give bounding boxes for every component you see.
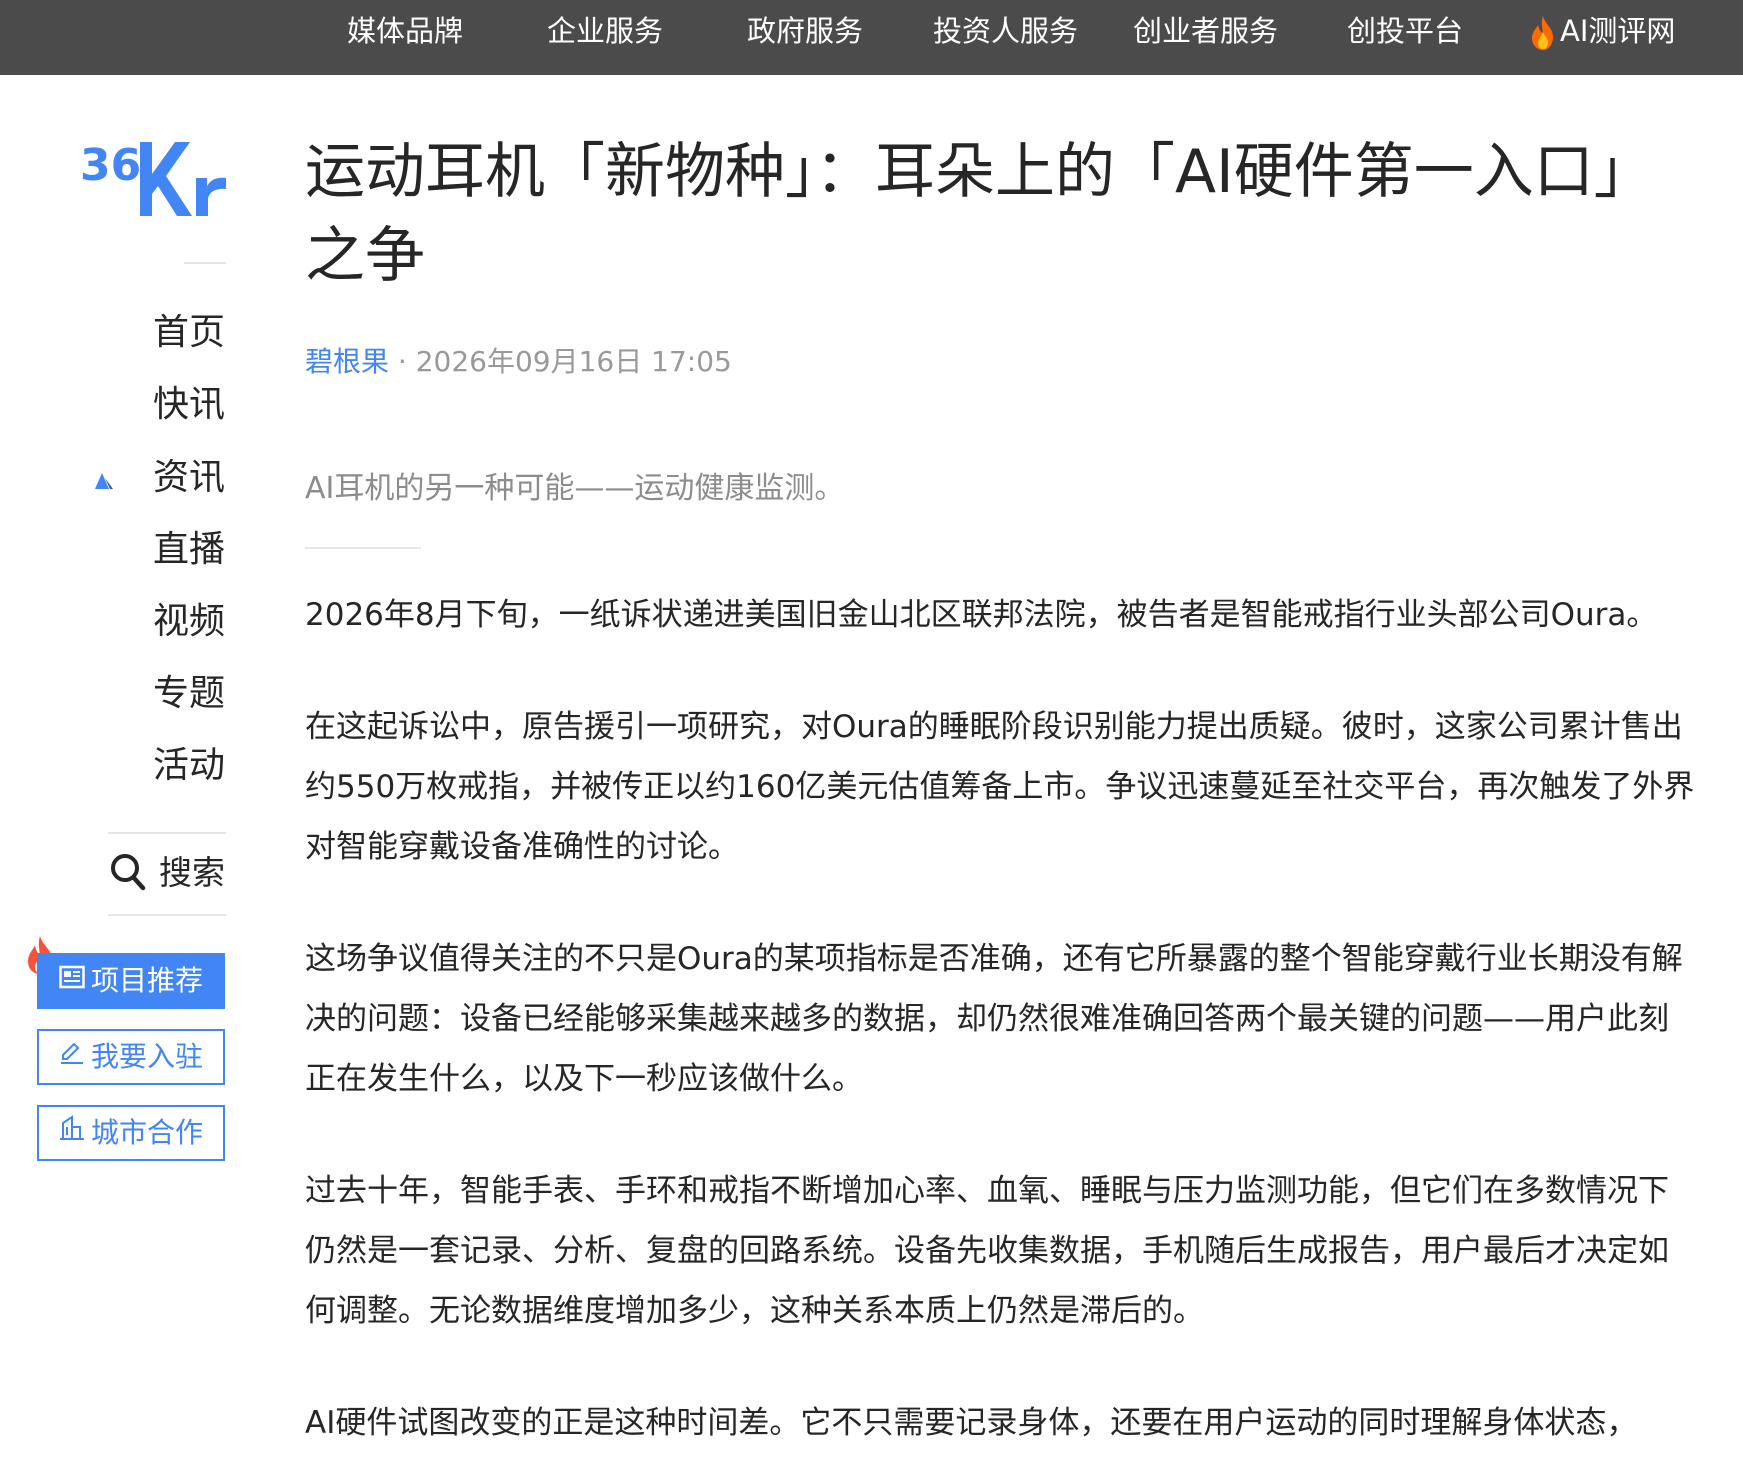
side-nav-flash[interactable]: 快讯	[85, 375, 225, 435]
summary-divider	[305, 547, 421, 549]
city-cooperation-button[interactable]: 城市合作	[37, 1105, 225, 1161]
search-link[interactable]: 搜索	[108, 845, 228, 901]
article-summary: AI耳机的另一种可能——运动健康监测。	[305, 471, 845, 506]
top-nav-enterprise-service[interactable]: 企业服务	[547, 0, 663, 62]
top-nav-ai-review[interactable]: AI测评网	[1528, 0, 1675, 62]
top-nav: 媒体品牌 企业服务 政府服务 投资人服务 创业者服务 创投平台 AI测评网	[0, 0, 1743, 75]
article-author[interactable]: 碧根果	[305, 345, 389, 378]
building-icon	[59, 1106, 85, 1158]
pen-icon	[59, 1030, 85, 1082]
side-nav-topics[interactable]: 专题	[85, 664, 225, 724]
news-icon	[59, 954, 85, 1006]
join-label: 我要入驻	[90, 1040, 203, 1073]
top-nav-media-brand[interactable]: 媒体品牌	[347, 0, 463, 62]
article-paragraph-5: AI硬件试图改变的正是这种时间差。它不只需要记录身体，还要在用户运动的同时理解身…	[305, 1405, 1638, 1441]
article-body: 2026年8月下旬，一纸诉状递进美国旧金山北区联邦法院，被告者是智能戒指行业头部…	[305, 585, 1695, 1457]
article-paragraph-1: 2026年8月下旬，一纸诉状递进美国旧金山北区联邦法院，被告者是智能戒指行业头部…	[305, 597, 1658, 633]
meta-separator: ·	[389, 345, 416, 378]
triangle-up-icon	[94, 472, 114, 490]
top-nav-venture-platform[interactable]: 创投平台	[1347, 0, 1463, 62]
article-paragraph-2: 在这起诉讼中，原告援引一项研究，对Oura的睡眠阶段识别能力提出质疑。彼时，这家…	[305, 709, 1695, 865]
top-nav-investor-service[interactable]: 投资人服务	[933, 0, 1078, 62]
project-recommend-label: 项目推荐	[90, 964, 203, 997]
project-recommend-button[interactable]: 项目推荐	[37, 953, 225, 1009]
side-nav-video[interactable]: 视频	[85, 592, 225, 652]
top-nav-founder-service[interactable]: 创业者服务	[1133, 0, 1278, 62]
side-nav-events[interactable]: 活动	[85, 736, 225, 796]
side-nav-home[interactable]: 首页	[85, 303, 225, 363]
article-date: 2026年09月16日 17:05	[415, 345, 732, 378]
logo-divider	[184, 262, 226, 264]
top-nav-government-service[interactable]: 政府服务	[747, 0, 863, 62]
svg-text:36: 36	[80, 140, 141, 191]
top-nav-ai-review-label: AI测评网	[1560, 14, 1676, 48]
article-title: 运动耳机「新物种」：耳朵上的「AI硬件第一入口」之争	[305, 137, 1654, 291]
join-button[interactable]: 我要入驻	[37, 1029, 225, 1085]
side-nav-divider-top	[108, 832, 226, 834]
fire-icon	[1528, 15, 1558, 51]
side-nav-divider-bottom	[108, 914, 226, 916]
search-label: 搜索	[159, 853, 225, 892]
article-paragraph-4: 过去十年，智能手表、手环和戒指不断增加心率、血氧、睡眠与压力监测功能，但它们在多…	[305, 1173, 1669, 1329]
search-icon	[110, 853, 146, 891]
side-nav-live[interactable]: 直播	[85, 520, 225, 580]
article-meta: 碧根果 · 2026年09月16日 17:05	[305, 340, 732, 380]
36kr-logo[interactable]: 36	[80, 138, 228, 220]
article: 运动耳机「新物种」：耳朵上的「AI硬件第一入口」之争 碧根果 · 2026年09…	[305, 130, 1695, 1441]
article-paragraph-3: 这场争议值得关注的不只是Oura的某项指标是否准确，还有它所暴露的整个智能穿戴行…	[305, 941, 1683, 1097]
city-cooperation-label: 城市合作	[90, 1116, 203, 1149]
